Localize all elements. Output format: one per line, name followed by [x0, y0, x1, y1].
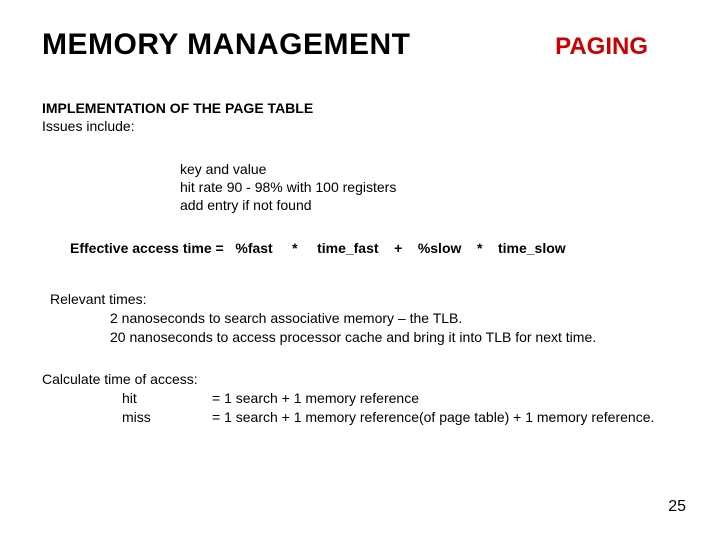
bullets-block: key and value hit rate 90 - 98% with 100…: [180, 160, 396, 215]
relevant-line-1: 2 nanoseconds to search associative memo…: [110, 309, 596, 328]
bullet-3: add entry if not found: [180, 196, 396, 214]
calc-miss-row: miss = 1 search + 1 memory reference(of …: [122, 408, 654, 427]
section-heading: IMPLEMENTATION OF THE PAGE TABLE: [42, 100, 313, 116]
slide: MEMORY MANAGEMENT PAGING IMPLEMENTATION …: [0, 0, 720, 540]
bullet-2: hit rate 90 - 98% with 100 registers: [180, 178, 396, 196]
miss-value: = 1 search + 1 memory reference(of page …: [212, 408, 654, 427]
relevant-line-2: 20 nanoseconds to access processor cache…: [110, 328, 596, 347]
section-lead: Issues include:: [42, 118, 135, 134]
page-number: 25: [668, 498, 686, 516]
slide-topic: PAGING: [555, 33, 648, 61]
effective-access-formula: Effective access time = %fast * time_fas…: [70, 240, 566, 256]
title-row: MEMORY MANAGEMENT PAGING: [42, 28, 678, 62]
miss-label: miss: [122, 408, 212, 427]
calc-hit-row: hit = 1 search + 1 memory reference: [122, 389, 654, 408]
hit-label: hit: [122, 389, 212, 408]
hit-value: = 1 search + 1 memory reference: [212, 389, 419, 408]
slide-title: MEMORY MANAGEMENT: [42, 28, 411, 62]
relevant-heading: Relevant times:: [50, 290, 596, 309]
calculate-heading: Calculate time of access:: [42, 370, 654, 389]
relevant-times-block: Relevant times: 2 nanoseconds to search …: [50, 290, 596, 347]
bullet-1: key and value: [180, 160, 396, 178]
calculate-block: Calculate time of access: hit = 1 search…: [42, 370, 654, 427]
